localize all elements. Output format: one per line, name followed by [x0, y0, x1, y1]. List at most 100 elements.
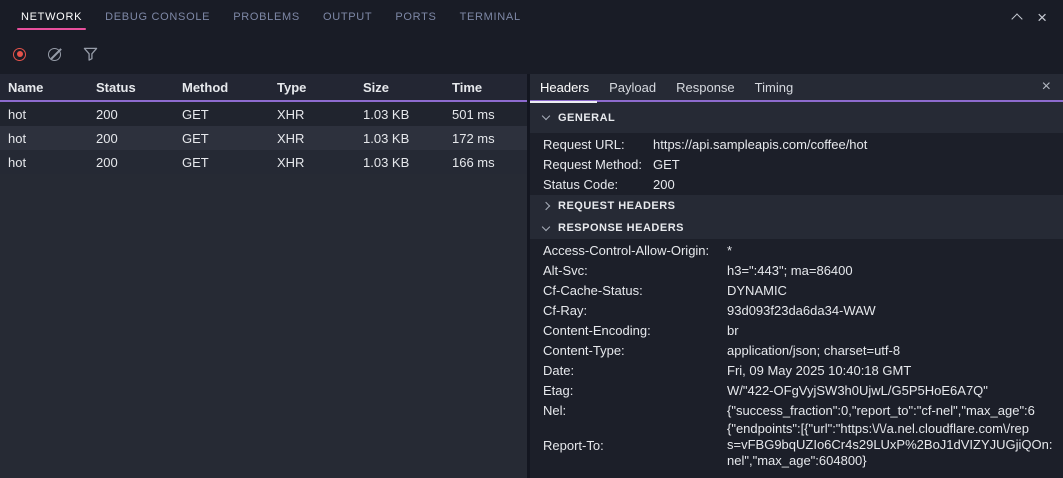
- header-row: Content-Encoding: br: [530, 320, 1063, 340]
- header-row: Access-Control-Allow-Origin: *: [530, 240, 1063, 260]
- close-icon[interactable]: ×: [1037, 9, 1047, 26]
- tab-output[interactable]: OUTPUT: [323, 0, 372, 34]
- header-row: Etag: W/"422-OFgVyjSW3h0UjwL/G5P5HoE6A7Q…: [530, 380, 1063, 400]
- header-row: Cf-Ray: 93d093f23da6da34-WAW: [530, 300, 1063, 320]
- general-row: Request URL: https://api.sampleapis.com/…: [530, 134, 1063, 154]
- cell-name: hot: [0, 155, 88, 170]
- table-row[interactable]: hot 200 GET XHR 1.03 KB 172 ms: [0, 126, 527, 150]
- requests-table: Name Status Method Type Size Time hot 20…: [0, 74, 530, 478]
- column-header-type[interactable]: Type: [269, 80, 355, 95]
- filter-icon[interactable]: [83, 47, 98, 61]
- header-row: Date: Fri, 09 May 2025 10:40:18 GMT: [530, 360, 1063, 380]
- cell-name: hot: [0, 107, 88, 122]
- column-header-name[interactable]: Name: [0, 80, 88, 95]
- table-row[interactable]: hot 200 GET XHR 1.03 KB 166 ms: [0, 150, 527, 174]
- column-header-size[interactable]: Size: [355, 80, 444, 95]
- general-row: Request Method: GET: [530, 154, 1063, 174]
- header-row: Nel: {"success_fraction":0,"report_to":"…: [530, 400, 1063, 420]
- header-name: Alt-Svc:: [543, 263, 727, 278]
- chevron-up-icon[interactable]: [1011, 13, 1022, 24]
- tab-payload[interactable]: Payload: [609, 73, 656, 101]
- table-row[interactable]: hot 200 GET XHR 1.03 KB 501 ms: [0, 102, 527, 126]
- header-row: Content-Type: application/json; charset=…: [530, 340, 1063, 360]
- devtools-panel: NETWORK DEBUG CONSOLE PROBLEMS OUTPUT PO…: [0, 0, 1063, 478]
- kv-label: Request Method:: [543, 157, 653, 172]
- tab-debug-console[interactable]: DEBUG CONSOLE: [105, 0, 210, 34]
- tab-response[interactable]: Response: [676, 73, 735, 101]
- general-row: Status Code: 200: [530, 174, 1063, 194]
- tab-problems[interactable]: PROBLEMS: [233, 0, 300, 34]
- header-value: 93d093f23da6da34-WAW: [727, 303, 1063, 318]
- cell-method: GET: [174, 131, 269, 146]
- cell-size: 1.03 KB: [355, 155, 444, 170]
- column-header-time[interactable]: Time: [444, 80, 527, 95]
- request-details-panel: Headers Payload Response Timing × GENERA…: [530, 74, 1063, 478]
- cell-time: 166 ms: [444, 155, 527, 170]
- kv-value: GET: [653, 157, 1063, 172]
- details-tab-bar: Headers Payload Response Timing ×: [530, 74, 1063, 102]
- header-name: Content-Type:: [543, 343, 727, 358]
- header-value: h3=":443"; ma=86400: [727, 263, 1063, 278]
- header-value: W/"422-OFgVyjSW3h0UjwL/G5P5HoE6A7Q": [727, 383, 1063, 398]
- section-title: REQUEST HEADERS: [558, 200, 676, 212]
- kv-label: Status Code:: [543, 177, 653, 192]
- header-row: Cf-Cache-Status: DYNAMIC: [530, 280, 1063, 300]
- cell-size: 1.03 KB: [355, 131, 444, 146]
- header-name: Report-To:: [543, 438, 727, 453]
- header-row: Report-To: {"endpoints":[{"url":"https:\…: [530, 420, 1063, 470]
- chevron-down-icon: [542, 222, 550, 230]
- header-name: Access-Control-Allow-Origin:: [543, 243, 727, 258]
- network-toolbar: [0, 34, 1063, 74]
- kv-label: Request URL:: [543, 137, 653, 152]
- header-name: Date:: [543, 363, 727, 378]
- section-title: RESPONSE HEADERS: [558, 222, 684, 234]
- cell-method: GET: [174, 155, 269, 170]
- panel-window-controls: ×: [1013, 9, 1047, 26]
- headers-content: GENERAL Request URL: https://api.samplea…: [530, 102, 1063, 478]
- panel-tabs: NETWORK DEBUG CONSOLE PROBLEMS OUTPUT PO…: [21, 0, 1013, 34]
- kv-value: 200: [653, 177, 1063, 192]
- cell-method: GET: [174, 107, 269, 122]
- tab-terminal[interactable]: TERMINAL: [460, 0, 521, 34]
- header-value: {"endpoints":[{"url":"https:\/\/a.nel.cl…: [727, 420, 1063, 470]
- cell-status: 200: [88, 155, 174, 170]
- requests-table-header: Name Status Method Type Size Time: [0, 74, 527, 102]
- record-icon[interactable]: [13, 48, 26, 61]
- cell-status: 200: [88, 107, 174, 122]
- header-value: {"success_fraction":0,"report_to":"cf-ne…: [727, 403, 1063, 418]
- cell-size: 1.03 KB: [355, 107, 444, 122]
- tab-ports[interactable]: PORTS: [395, 0, 436, 34]
- details-close-icon[interactable]: ×: [1042, 79, 1051, 95]
- header-row: Alt-Svc: h3=":443"; ma=86400: [530, 260, 1063, 280]
- tab-network[interactable]: NETWORK: [21, 0, 82, 34]
- column-header-status[interactable]: Status: [88, 80, 174, 95]
- header-value: DYNAMIC: [727, 283, 1063, 298]
- response-headers-block: Access-Control-Allow-Origin: * Alt-Svc: …: [530, 239, 1063, 478]
- header-name: Content-Encoding:: [543, 323, 727, 338]
- tab-timing[interactable]: Timing: [755, 73, 794, 101]
- section-request-headers[interactable]: REQUEST HEADERS: [530, 195, 1063, 217]
- cell-time: 501 ms: [444, 107, 527, 122]
- header-value: application/json; charset=utf-8: [727, 343, 1063, 358]
- clear-icon[interactable]: [48, 48, 61, 61]
- section-response-headers[interactable]: RESPONSE HEADERS: [530, 217, 1063, 239]
- cell-type: XHR: [269, 107, 355, 122]
- chevron-down-icon: [542, 112, 550, 120]
- kv-value: https://api.sampleapis.com/coffee/hot: [653, 137, 1063, 152]
- network-main: Name Status Method Type Size Time hot 20…: [0, 74, 1063, 478]
- header-value: Fri, 09 May 2025 10:40:18 GMT: [727, 363, 1063, 378]
- cell-type: XHR: [269, 131, 355, 146]
- cell-status: 200: [88, 131, 174, 146]
- header-value: *: [727, 243, 1063, 258]
- header-name: Nel:: [543, 403, 727, 418]
- header-name: Etag:: [543, 383, 727, 398]
- header-name: Cf-Cache-Status:: [543, 283, 727, 298]
- chevron-right-icon: [542, 202, 550, 210]
- general-block: Request URL: https://api.sampleapis.com/…: [530, 133, 1063, 195]
- panel-tab-bar: NETWORK DEBUG CONSOLE PROBLEMS OUTPUT PO…: [0, 0, 1063, 34]
- column-header-method[interactable]: Method: [174, 80, 269, 95]
- tab-headers[interactable]: Headers: [540, 73, 589, 101]
- section-general[interactable]: GENERAL: [530, 102, 1063, 133]
- cell-name: hot: [0, 131, 88, 146]
- cell-time: 172 ms: [444, 131, 527, 146]
